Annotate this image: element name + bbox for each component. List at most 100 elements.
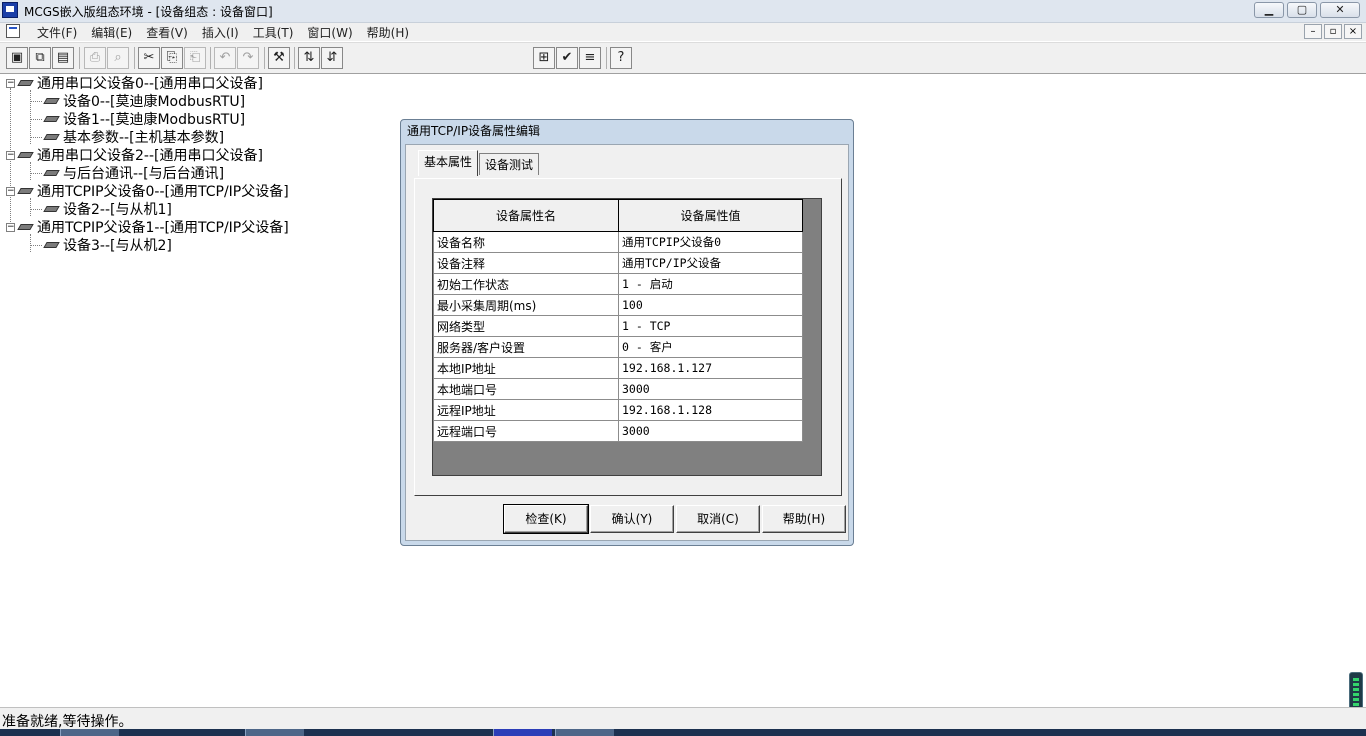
menu-tools[interactable]: 工具(T) — [246, 24, 301, 41]
taskbar-item[interactable] — [555, 729, 614, 736]
table-row[interactable]: 远程IP地址 192.168.1.128 — [433, 399, 803, 421]
table-row[interactable]: 最小采集周期(ms) 100 — [433, 294, 803, 316]
minimize-button[interactable]: ▁ — [1254, 2, 1284, 18]
toolbar-separator — [210, 47, 211, 69]
cut-icon[interactable]: ✂ — [138, 47, 160, 69]
table-row[interactable]: 网络类型 1 - TCP — [433, 315, 803, 337]
window-icon[interactable]: ▣ — [6, 47, 28, 69]
tree-node[interactable]: − 通用串口父设备0--[通用串口父设备] — [6, 74, 263, 92]
collapse-icon[interactable]: − — [6, 186, 15, 196]
save-icon[interactable]: ▤ — [52, 47, 74, 69]
table-row[interactable]: 设备注释 通用TCP/IP父设备 — [433, 252, 803, 274]
dialog-buttons: 检查(K) 确认(Y) 取消(C) 帮助(H) — [503, 504, 846, 534]
tree-node[interactable]: 基本参数--[主机基本参数] — [30, 128, 224, 146]
mdi-close-button[interactable]: × — [1344, 24, 1362, 39]
properties-icon[interactable]: ⊞ — [533, 47, 555, 69]
collapse-icon[interactable]: − — [6, 222, 15, 232]
menu-edit[interactable]: 编辑(E) — [84, 24, 139, 41]
cancel-button[interactable]: 取消(C) — [676, 505, 760, 533]
undo-icon[interactable]: ↶ — [214, 47, 236, 69]
property-value[interactable]: 192.168.1.128 — [618, 399, 803, 421]
table-row[interactable]: 初始工作状态 1 - 启动 — [433, 273, 803, 295]
property-value[interactable]: 1 - TCP — [618, 315, 803, 337]
tree-node-label: 设备3--[与从机2] — [63, 238, 172, 254]
tree-node-label: 设备2--[与从机1] — [63, 202, 172, 218]
help-button[interactable]: 帮助(H) — [762, 505, 846, 533]
property-value[interactable]: 100 — [618, 294, 803, 316]
property-value[interactable]: 0 - 客户 — [618, 336, 803, 358]
list-icon[interactable]: ≡ — [579, 47, 601, 69]
device-icon — [18, 222, 34, 232]
check-button[interactable]: 检查(K) — [503, 504, 589, 534]
tree-node[interactable]: − 通用串口父设备2--[通用串口父设备] — [6, 146, 263, 164]
tab-device-test[interactable]: 设备测试 — [479, 153, 540, 175]
device-icon — [44, 240, 60, 250]
table-row[interactable]: 远程端口号 3000 — [433, 420, 803, 442]
tree-node[interactable]: 设备1--[莫迪康ModbusRTU] — [30, 110, 245, 128]
print-preview-icon[interactable]: ⌕ — [107, 47, 129, 69]
collapse-icon[interactable]: − — [6, 78, 15, 88]
print-icon[interactable]: ⎙ — [84, 47, 106, 69]
table-row[interactable]: 本地端口号 3000 — [433, 378, 803, 400]
move-down-icon[interactable]: ⇵ — [321, 47, 343, 69]
maximize-button[interactable]: ▢ — [1287, 2, 1317, 18]
column-header-value[interactable]: 设备属性值 — [618, 199, 803, 232]
property-value[interactable]: 192.168.1.127 — [618, 357, 803, 379]
mdi-restore-button[interactable]: ▫ — [1324, 24, 1342, 39]
toolbar-separator — [134, 47, 135, 69]
tree-node-label: 设备1--[莫迪康ModbusRTU] — [63, 112, 246, 128]
document-icon[interactable] — [6, 24, 20, 38]
check-icon[interactable]: ✔ — [556, 47, 578, 69]
property-name: 服务器/客户设置 — [433, 336, 619, 358]
confirm-button[interactable]: 确认(Y) — [590, 505, 674, 533]
menu-file[interactable]: 文件(F) — [30, 24, 84, 41]
tcpip-device-dialog: 通用TCP/IP设备属性编辑 基本属性 设备测试 设备属性名 设备属性值 设备名 — [400, 119, 854, 546]
menu-help[interactable]: 帮助(H) — [360, 24, 416, 41]
property-value[interactable]: 通用TCPIP父设备0 — [618, 231, 803, 253]
property-name: 网络类型 — [433, 315, 619, 337]
dialog-tabs: 基本属性 设备测试 — [418, 150, 540, 176]
paste-icon[interactable]: ⎗ — [184, 47, 206, 69]
toolbar-separator — [606, 47, 607, 69]
toolbar-separator — [79, 47, 80, 69]
table-row[interactable]: 服务器/客户设置 0 - 客户 — [433, 336, 803, 358]
toolbar-separator — [294, 47, 295, 69]
help-icon[interactable]: ? — [610, 47, 632, 69]
tree-node-label: 通用串口父设备0--[通用串口父设备] — [37, 76, 263, 92]
taskbar-item[interactable] — [60, 729, 119, 736]
property-value[interactable]: 1 - 启动 — [618, 273, 803, 295]
tree-node[interactable]: 与后台通讯--[与后台通讯] — [30, 164, 224, 182]
window-controls: ▁ ▢ ✕ — [1254, 2, 1360, 18]
tree-node[interactable]: 设备0--[莫迪康ModbusRTU] — [30, 92, 245, 110]
collapse-icon[interactable]: − — [6, 150, 15, 160]
tree-node[interactable]: − 通用TCPIP父设备1--[通用TCP/IP父设备] — [6, 218, 289, 236]
tree-node-label: 设备0--[莫迪康ModbusRTU] — [63, 94, 246, 110]
mdi-minimize-button[interactable]: – — [1304, 24, 1322, 39]
status-bar: 准备就绪,等待操作。 — [0, 707, 1366, 730]
copy-icon[interactable]: ⎘ — [161, 47, 183, 69]
tools-icon[interactable]: ⚒ — [268, 47, 290, 69]
menu-window[interactable]: 窗口(W) — [300, 24, 359, 41]
property-value[interactable]: 通用TCP/IP父设备 — [618, 252, 803, 274]
redo-icon[interactable]: ↷ — [237, 47, 259, 69]
table-row[interactable]: 本地IP地址 192.168.1.127 — [433, 357, 803, 379]
column-header-name[interactable]: 设备属性名 — [433, 199, 619, 232]
taskbar-item[interactable] — [493, 729, 552, 736]
tree-node[interactable]: 设备2--[与从机1] — [30, 200, 172, 218]
tab-panel: 设备属性名 设备属性值 设备名称 通用TCPIP父设备0 设备注释 通用TCP/… — [414, 178, 842, 496]
property-value[interactable]: 3000 — [618, 420, 803, 442]
tab-basic-properties[interactable]: 基本属性 — [418, 150, 479, 176]
move-up-icon[interactable]: ⇅ — [298, 47, 320, 69]
close-button[interactable]: ✕ — [1320, 2, 1360, 18]
property-value[interactable]: 3000 — [618, 378, 803, 400]
property-name: 设备名称 — [433, 231, 619, 253]
device-icon — [44, 132, 60, 142]
menu-view[interactable]: 查看(V) — [139, 24, 195, 41]
taskbar-item[interactable] — [245, 729, 304, 736]
tree-node[interactable]: 设备3--[与从机2] — [30, 236, 172, 254]
open-icon[interactable]: ⧉ — [29, 47, 51, 69]
menu-insert[interactable]: 插入(I) — [195, 24, 246, 41]
dialog-body: 基本属性 设备测试 设备属性名 设备属性值 设备名称 通用TCPIP父设备0 设… — [405, 144, 849, 541]
tree-node[interactable]: − 通用TCPIP父设备0--[通用TCP/IP父设备] — [6, 182, 289, 200]
table-row[interactable]: 设备名称 通用TCPIP父设备0 — [433, 231, 803, 253]
